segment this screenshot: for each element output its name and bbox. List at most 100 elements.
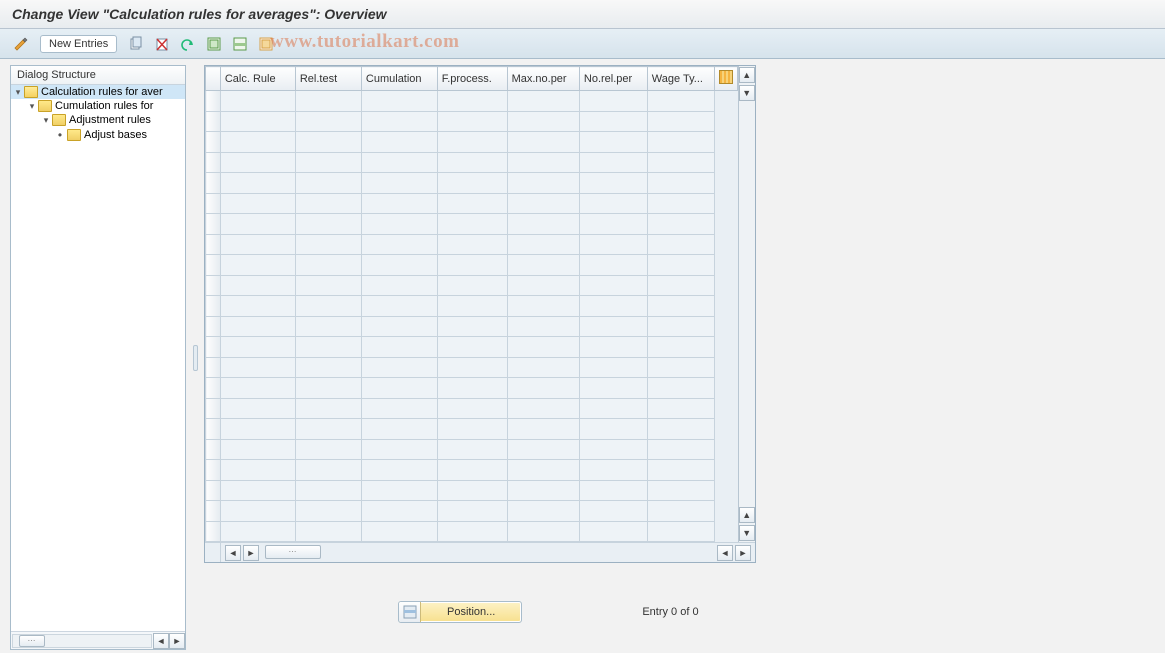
cell[interactable] [295, 111, 361, 132]
table-row[interactable] [206, 419, 738, 440]
cell[interactable] [220, 111, 295, 132]
table-row[interactable] [206, 398, 738, 419]
tree-node-calc-rules[interactable]: ▾ Calculation rules for aver [11, 85, 185, 99]
select-block-icon[interactable] [229, 33, 251, 55]
row-selector[interactable] [206, 152, 221, 173]
cell[interactable] [647, 316, 714, 337]
cell[interactable] [437, 378, 507, 399]
row-selector[interactable] [206, 316, 221, 337]
row-selector[interactable] [206, 193, 221, 214]
cell[interactable] [361, 521, 437, 542]
table-row[interactable] [206, 357, 738, 378]
column-header[interactable]: No.rel.per [579, 67, 647, 91]
cell[interactable] [579, 337, 647, 358]
cell[interactable] [579, 501, 647, 522]
table-row[interactable] [206, 152, 738, 173]
cell[interactable] [647, 460, 714, 481]
cell[interactable] [295, 296, 361, 317]
cell[interactable] [361, 501, 437, 522]
table-row[interactable] [206, 439, 738, 460]
column-header[interactable]: Wage Ty... [647, 67, 714, 91]
cell[interactable] [220, 193, 295, 214]
cell[interactable] [295, 214, 361, 235]
row-selector[interactable] [206, 419, 221, 440]
row-selector[interactable] [206, 234, 221, 255]
row-selector[interactable] [206, 111, 221, 132]
cell[interactable] [295, 173, 361, 194]
splitter-grip-icon[interactable] [193, 345, 198, 371]
cell[interactable] [220, 296, 295, 317]
cell[interactable] [647, 439, 714, 460]
cell[interactable] [295, 357, 361, 378]
cell[interactable] [361, 378, 437, 399]
cell[interactable] [507, 173, 579, 194]
position-button[interactable]: Position... [398, 601, 522, 623]
cell[interactable] [437, 419, 507, 440]
cell[interactable] [220, 419, 295, 440]
cell[interactable] [437, 275, 507, 296]
row-selector[interactable] [206, 255, 221, 276]
cell[interactable] [220, 501, 295, 522]
cell[interactable] [579, 521, 647, 542]
cell[interactable] [437, 460, 507, 481]
change-icon[interactable] [10, 33, 32, 55]
tree-node-adjustment[interactable]: ▾ Adjustment rules [11, 113, 185, 127]
cell[interactable] [295, 132, 361, 153]
cell[interactable] [437, 193, 507, 214]
cell[interactable] [579, 480, 647, 501]
cell[interactable] [579, 234, 647, 255]
cell[interactable] [507, 111, 579, 132]
cell[interactable] [579, 316, 647, 337]
cell[interactable] [220, 521, 295, 542]
cell[interactable] [579, 132, 647, 153]
cell[interactable] [647, 378, 714, 399]
cell[interactable] [437, 255, 507, 276]
cell[interactable] [437, 132, 507, 153]
cell[interactable] [361, 357, 437, 378]
cell[interactable] [647, 132, 714, 153]
table-row[interactable] [206, 275, 738, 296]
row-selector[interactable] [206, 439, 221, 460]
cell[interactable] [220, 439, 295, 460]
cell[interactable] [507, 357, 579, 378]
row-selector[interactable] [206, 173, 221, 194]
cell[interactable] [361, 316, 437, 337]
table-row[interactable] [206, 255, 738, 276]
cell[interactable] [220, 91, 295, 112]
cell[interactable] [647, 255, 714, 276]
cell[interactable] [579, 296, 647, 317]
data-grid[interactable]: Calc. RuleRel.testCumulationF.process.Ma… [205, 66, 738, 542]
deselect-all-icon[interactable] [255, 33, 277, 55]
cell[interactable] [220, 173, 295, 194]
caret-down-icon[interactable]: ▾ [13, 87, 23, 98]
scroll-thumb[interactable]: ⋯ [265, 545, 321, 559]
row-selector[interactable] [206, 296, 221, 317]
cell[interactable] [220, 480, 295, 501]
cell[interactable] [647, 419, 714, 440]
cell[interactable] [361, 296, 437, 317]
cell[interactable] [295, 91, 361, 112]
cell[interactable] [220, 234, 295, 255]
cell[interactable] [220, 275, 295, 296]
cell[interactable] [437, 439, 507, 460]
table-row[interactable] [206, 111, 738, 132]
cell[interactable] [437, 111, 507, 132]
scroll-right-icon[interactable]: ► [735, 545, 751, 561]
cell[interactable] [647, 501, 714, 522]
table-row[interactable] [206, 316, 738, 337]
cell[interactable] [507, 275, 579, 296]
row-selector[interactable] [206, 132, 221, 153]
cell[interactable] [295, 255, 361, 276]
caret-down-icon[interactable]: ▾ [41, 115, 51, 126]
cell[interactable] [437, 316, 507, 337]
tree-node-adjust-bases[interactable]: • Adjust bases [11, 127, 185, 143]
cell[interactable] [507, 234, 579, 255]
cell[interactable] [220, 132, 295, 153]
cell[interactable] [361, 480, 437, 501]
cell[interactable] [507, 419, 579, 440]
cell[interactable] [361, 337, 437, 358]
cell[interactable] [361, 398, 437, 419]
cell[interactable] [437, 214, 507, 235]
table-row[interactable] [206, 91, 738, 112]
cell[interactable] [579, 460, 647, 481]
